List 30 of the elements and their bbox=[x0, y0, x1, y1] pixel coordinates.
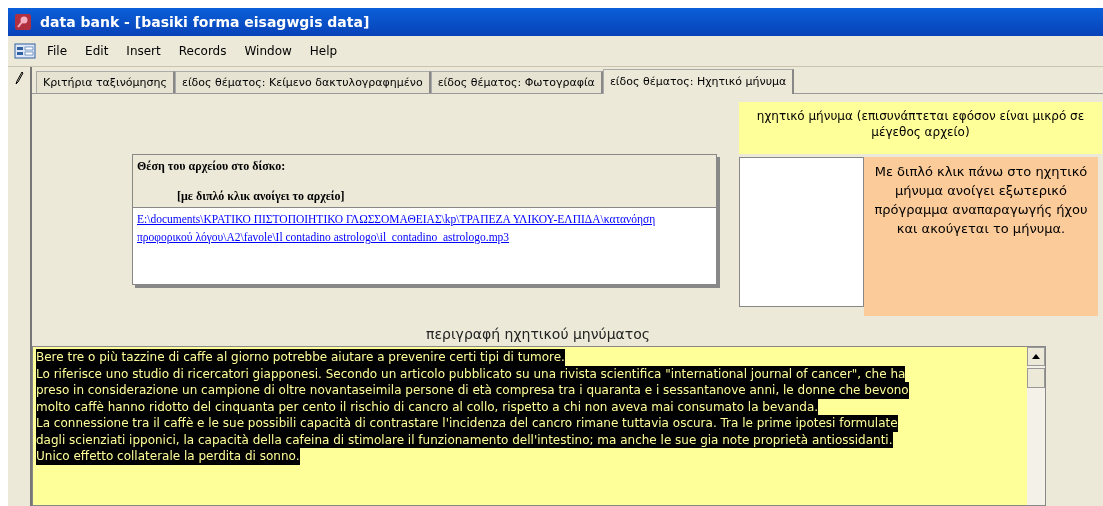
tab[interactable]: Κριτήρια ταξινόμησης bbox=[36, 71, 175, 93]
scrollbar[interactable] bbox=[1027, 347, 1045, 505]
scroll-thumb[interactable] bbox=[1027, 368, 1045, 388]
file-location-title: Θέση του αρχείου στο δίσκο: bbox=[136, 158, 287, 175]
menu-item[interactable]: Insert bbox=[119, 42, 168, 60]
audio-caption: ηχητικό μήνυμα (επισυνάπτεται εφόσον είναι μικρό σε μέγεθος αρχείο) bbox=[739, 102, 1102, 154]
description-text: Bere tre o più tazzine di caffe al giorno potrebbe aiutare a prevenire certi tipi di tumore. bbox=[36, 349, 565, 366]
form-view-icon[interactable] bbox=[14, 43, 36, 59]
pencil-icon bbox=[14, 71, 24, 85]
up-arrow-icon[interactable] bbox=[1032, 354, 1040, 359]
menu-item[interactable]: Window bbox=[237, 42, 299, 60]
window-title: data bank - [basiki forma eisagwgis data] bbox=[40, 14, 370, 30]
menu-item[interactable]: File bbox=[40, 42, 75, 60]
app-key-icon bbox=[14, 13, 32, 31]
description-text: Unico effetto collaterale la perdita di sonno. bbox=[36, 448, 300, 465]
description-field[interactable] bbox=[32, 346, 1046, 506]
audio-note: Με διπλό κλικ πάνω στο ηχητικό μήνυμα ανοίγει εξωτερικό πρόγραμμα αναπαραγωγής ήχου και ακούγεται το μήνυμα. bbox=[864, 157, 1098, 316]
menu-item[interactable]: Records bbox=[171, 42, 234, 60]
description-text: La connessione tra il caffè e le sue possibili capacità di contrastare l'incidenza del cancro rimane tuttavia oscura. Tra le prime ipotesi formulate bbox=[36, 415, 898, 432]
description-label: περιγραφή ηχητικού μηνύματος bbox=[425, 326, 651, 342]
menu-item[interactable]: Help bbox=[302, 42, 345, 60]
tab[interactable]: είδος θέματος: Ηχητικό μήνυμα bbox=[602, 69, 795, 94]
file-path-field[interactable]: E:\documents\ΚΡΑΤΙΚΟ ΠΙΣΤΟΠΟΙΗΤΙΚΟ ΓΛΩΣΣΟΜΑΘΕΙΑΣ\kp\ΤΡΑΠΕΖΑ ΥΛΙΚΟΥ-ΕΛΠΙΔΑ\κατανόηση προφορικού λόγου\A2\favole\Il contadino astrologo\il_contadino_astrologo.mp3 bbox=[133, 207, 716, 284]
audio-attachment-field[interactable] bbox=[739, 157, 864, 307]
file-location-hint: [με διπλό κλικ ανοίγει το αρχείο] bbox=[176, 189, 346, 205]
tab[interactable]: είδος θέματος: Φωτογραφία bbox=[430, 71, 603, 93]
description-text: preso in considerazione un campione di oltre novantaseimila persone di età compresa tra i quaranta e i sessantanove anni, le donne che bevono bbox=[36, 382, 909, 399]
menu-item[interactable]: Edit bbox=[78, 42, 116, 60]
tab[interactable]: είδος θέματος: Κείμενο δακτυλογραφημένο bbox=[174, 71, 431, 93]
description-text: Lo riferisce uno studio di ricercatori giapponesi. Secondo un articolo pubblicato su una rivista scientifica "international journal of cancer", che ha bbox=[36, 365, 906, 382]
